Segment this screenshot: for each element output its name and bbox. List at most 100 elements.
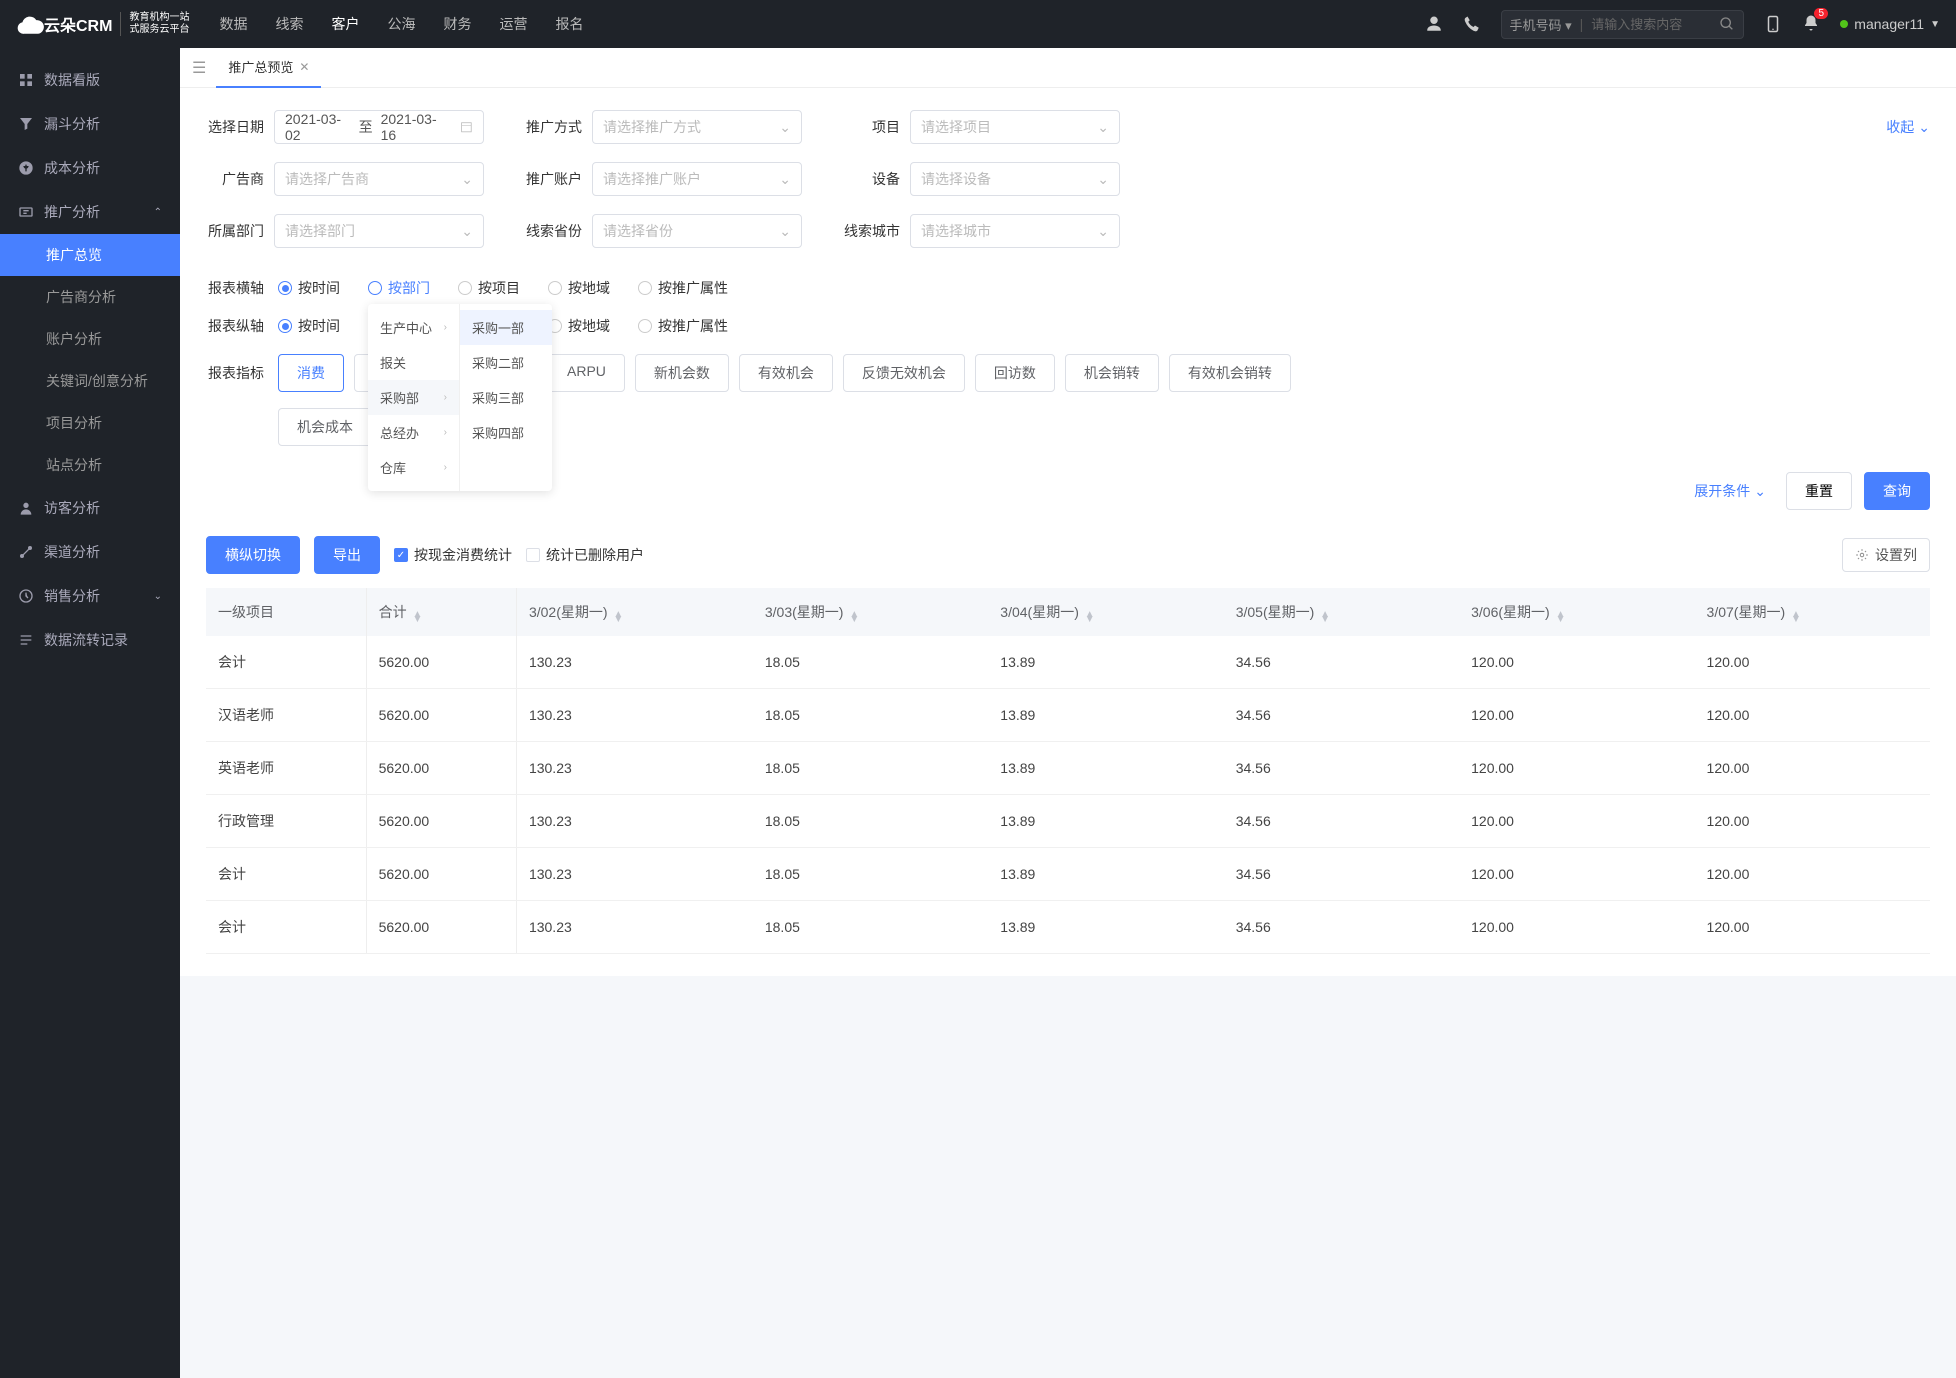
cascade-报关[interactable]: 报关 [368,345,459,380]
cascade-采购部[interactable]: 采购部› [368,380,459,415]
visitor-icon [18,500,34,516]
export-button[interactable]: 导出 [314,536,380,574]
radio-按项目[interactable]: 按项目 [458,278,520,298]
chevron-icon: ⌄ [154,591,162,602]
top-nav: 云朵CRM 教育机构一站 式服务云平台 数据线索客户公海财务运营报名 手机号码 … [0,0,1956,48]
sidebar-item-漏斗分析[interactable]: 漏斗分析 [0,102,180,146]
sort-icon: ▲▼ [1556,612,1566,622]
user-menu[interactable]: manager11 ▼ [1840,16,1940,32]
cascade-总经办[interactable]: 总经办› [368,415,459,450]
col-3/06(星期一)[interactable]: 3/06(星期一) ▲▼ [1459,588,1694,636]
toggle-axis-button[interactable]: 横纵切换 [206,536,300,574]
dept-select[interactable]: 请选择部门⌄ [274,214,484,248]
cascade-采购二部[interactable]: 采购二部 [460,345,552,380]
chevron-down-icon: ⌄ [1097,119,1109,136]
notification-badge: 5 [1814,8,1828,19]
province-label: 线索省份 [524,221,582,241]
cascade-采购四部[interactable]: 采购四部 [460,415,552,450]
sidebar-item-成本分析[interactable]: 成本分析 [0,146,180,190]
sidebar-toggle-icon[interactable]: ☰ [192,58,206,78]
col-3/07(星期一)[interactable]: 3/07(星期一) ▲▼ [1695,588,1930,636]
search-input[interactable] [1591,17,1711,32]
x-axis-row: 报表横轴 按时间按部门按项目按地域按推广属性 生产中心›报关采购部›总经办›仓库… [206,278,1930,298]
cascade-生产中心[interactable]: 生产中心› [368,310,459,345]
radio-按时间[interactable]: 按时间 [278,316,340,336]
nav-运营[interactable]: 运营 [499,14,527,34]
city-label: 线索城市 [842,221,900,241]
column-settings-button[interactable]: 设置列 [1842,538,1930,572]
sidebar-item-访客分析[interactable]: 访客分析 [0,486,180,530]
expand-conditions-link[interactable]: 展开条件 ⌄ [1694,481,1766,501]
bell-button[interactable]: 5 [1802,14,1820,35]
advertiser-select[interactable]: 请选择广告商⌄ [274,162,484,196]
radio-按地域[interactable]: 按地域 [548,316,610,336]
method-select[interactable]: 请选择推广方式⌄ [592,110,802,144]
metric-回访数[interactable]: 回访数 [975,354,1055,392]
account-select[interactable]: 请选择推广账户⌄ [592,162,802,196]
calendar-icon [460,120,473,134]
metric-有效机会[interactable]: 有效机会 [739,354,833,392]
sidebar-sub-广告商分析[interactable]: 广告商分析 [0,276,180,318]
nav-财务[interactable]: 财务 [443,14,471,34]
phone-icon[interactable] [1463,15,1481,33]
cascade-采购三部[interactable]: 采购三部 [460,380,552,415]
metric-反馈无效机会[interactable]: 反馈无效机会 [843,354,965,392]
user-name: manager11 [1854,16,1924,32]
sidebar-sub-项目分析[interactable]: 项目分析 [0,402,180,444]
reset-button[interactable]: 重置 [1786,472,1852,510]
project-select[interactable]: 请选择项目⌄ [910,110,1120,144]
device-select[interactable]: 请选择设备⌄ [910,162,1120,196]
date-range-picker[interactable]: 2021-03-02 至 2021-03-16 [274,110,484,144]
mobile-icon[interactable] [1764,15,1782,33]
close-icon[interactable]: ✕ [299,60,309,74]
nav-线索[interactable]: 线索 [275,14,303,34]
cascade-采购一部[interactable]: 采购一部 [460,310,552,345]
radio-按地域[interactable]: 按地域 [548,278,610,298]
col-3/05(星期一)[interactable]: 3/05(星期一) ▲▼ [1224,588,1459,636]
search-type-selector[interactable]: 手机号码 ▾ [1510,15,1572,34]
metric-机会销转[interactable]: 机会销转 [1065,354,1159,392]
query-button[interactable]: 查询 [1864,472,1930,510]
metric-ARPU[interactable]: ARPU [548,354,625,392]
radio-按推广属性[interactable]: 按推广属性 [638,278,728,298]
search-icon[interactable] [1719,16,1735,32]
radio-按时间[interactable]: 按时间 [278,278,340,298]
status-dot [1840,20,1848,28]
metric-消费[interactable]: 消费 [278,354,344,392]
province-select[interactable]: 请选择省份⌄ [592,214,802,248]
sidebar-item-渠道分析[interactable]: 渠道分析 [0,530,180,574]
radio-circle-icon [278,319,292,333]
col-合计[interactable]: 合计 ▲▼ [366,588,516,636]
col-3/02(星期一)[interactable]: 3/02(星期一) ▲▼ [516,588,752,636]
tab-promo-overview[interactable]: 推广总预览 ✕ [216,48,321,88]
sidebar-item-推广分析[interactable]: 推广分析⌃ [0,190,180,234]
sidebar-sub-账户分析[interactable]: 账户分析 [0,318,180,360]
search-box[interactable]: 手机号码 ▾ | [1501,10,1745,39]
user-icon[interactable] [1425,15,1443,33]
nav-报名[interactable]: 报名 [555,14,583,34]
cash-stat-checkbox[interactable]: 按现金消费统计 [394,545,512,565]
nav-公海[interactable]: 公海 [387,14,415,34]
collapse-link[interactable]: 收起 ⌄ [1886,117,1930,137]
radio-按部门[interactable]: 按部门 [368,278,430,298]
col-一级项目[interactable]: 一级项目 [206,588,366,636]
metric-有效机会销转[interactable]: 有效机会销转 [1169,354,1291,392]
col-3/04(星期一)[interactable]: 3/04(星期一) ▲▼ [988,588,1223,636]
sidebar-sub-关键词/创意分析[interactable]: 关键词/创意分析 [0,360,180,402]
nav-客户[interactable]: 客户 [331,14,359,34]
metric-新机会数[interactable]: 新机会数 [635,354,729,392]
deleted-user-checkbox[interactable]: 统计已删除用户 [526,545,644,565]
cascade-仓库[interactable]: 仓库› [368,450,459,485]
sidebar-item-销售分析[interactable]: 销售分析⌄ [0,574,180,618]
radio-按推广属性[interactable]: 按推广属性 [638,316,728,336]
sort-icon: ▲▼ [613,612,623,622]
col-3/03(星期一)[interactable]: 3/03(星期一) ▲▼ [753,588,988,636]
sidebar-sub-站点分析[interactable]: 站点分析 [0,444,180,486]
metric-机会成本[interactable]: 机会成本 [278,408,372,446]
nav-数据[interactable]: 数据 [219,14,247,34]
sidebar-item-数据流转记录[interactable]: 数据流转记录 [0,618,180,662]
city-select[interactable]: 请选择城市⌄ [910,214,1120,248]
sidebar-sub-推广总览[interactable]: 推广总览 [0,234,180,276]
table-row: 英语老师5620.00130.2318.0513.8934.56120.0012… [206,742,1930,795]
sidebar-item-数据看版[interactable]: 数据看版 [0,58,180,102]
